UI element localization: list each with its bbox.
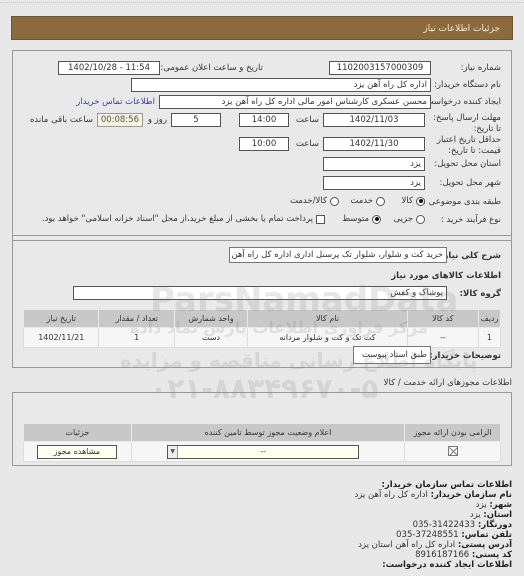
cell-details: مشاهده مجوز — [23, 441, 132, 462]
radio-icon[interactable] — [416, 214, 425, 224]
col-unit: واحد شمارش — [173, 309, 249, 328]
col-required: الزامی بودن ارائه مجوز — [404, 423, 501, 442]
category-option-service[interactable]: خدمت — [350, 196, 385, 206]
buyer-notes-field: طبق اسناد پیوست — [353, 346, 431, 364]
col-code: کد کالا — [406, 309, 479, 328]
buyer-contact-info: اطلاعات تماس سازمان خریدار: نام سازمان خ… — [354, 480, 512, 570]
deadline-time-label: ساعت — [295, 115, 319, 125]
radio-icon[interactable] — [372, 214, 381, 224]
permits-table: الزامی بودن ارائه مجوز اعلام وضعیت مجوز … — [23, 423, 501, 462]
remaining-time-field: 00:08:56 — [97, 113, 143, 127]
page-title: جزئیات اطلاعات نیاز — [423, 24, 500, 34]
permits-title: اطلاعات مجوزهای ارائه خدمت / کالا — [383, 378, 512, 388]
buyer-notes-label: توضیحات خریدار: — [429, 351, 501, 361]
contact-postal-line: کد پستی: 8916187166 — [415, 550, 512, 560]
permits-table-header: الزامی بودن ارائه مجوز اعلام وضعیت مجوز … — [23, 423, 501, 442]
contact-org-line: نام سازمان خریدار: اداره کل راه آهن یزد — [354, 490, 512, 500]
city-label: شهر محل تحویل: — [439, 178, 501, 188]
deadline-label: مهلت ارسال پاسخ: تا تاریخ: — [433, 113, 501, 134]
category-option-goods-service[interactable]: کالا/خدمت — [290, 196, 339, 206]
city-field: یزد — [323, 176, 425, 190]
page-header: جزئیات اطلاعات نیاز — [11, 16, 513, 40]
goods-info-title: اطلاعات کالاهای مورد نیاز — [391, 271, 501, 281]
validity-time-field: 10:00 — [239, 137, 289, 151]
buyer-org-label: نام دستگاه خریدار: — [434, 80, 501, 90]
summary-panel: شرح کلی نیاز: خرید کت و شلوار، شلوار تک … — [12, 240, 512, 368]
cell-name: کت تک و کت و شلوار مردانه — [247, 327, 408, 348]
need-number-label: شماره نیاز: — [460, 63, 501, 73]
radio-icon[interactable] — [416, 196, 425, 206]
details-panel: شماره نیاز: 1102003157000309 تاریخ و ساع… — [12, 50, 512, 236]
need-number-field: 1102003157000309 — [329, 61, 431, 75]
category-option-goods[interactable]: کالا — [402, 196, 425, 206]
cell-required — [404, 441, 501, 462]
validity-time-label: ساعت — [295, 139, 319, 149]
contact-phone-line: تلفن تماس: 035-37248551 — [396, 530, 512, 540]
creator-info-title: اطلاعات ایجاد کننده درخواست: — [382, 560, 512, 570]
cell-date: 1402/11/21 — [22, 327, 100, 348]
process-option-medium[interactable]: متوسط — [342, 214, 381, 224]
creator-field: محسن عسکری کارشناس امور مالی اداره کل را… — [159, 95, 431, 109]
province-field: یزد — [323, 157, 425, 171]
cell-qty: 1 — [98, 327, 175, 348]
validity-label: حداقل تاریخ اعتبار قیمت: تا تاریخ: — [436, 135, 501, 156]
deadline-date-field: 1402/11/03 — [323, 113, 425, 127]
process-label: نوع فرآیند خرید : — [440, 215, 501, 225]
contact-city-line: شهر: یزد — [475, 500, 512, 510]
province-label: استان محل تحویل: — [434, 159, 501, 169]
creator-label: ایجاد کننده درخواست: — [422, 97, 501, 107]
treasury-checkbox[interactable]: پرداخت تمام یا بخشی از مبلغ خرید،از محل … — [42, 214, 325, 224]
table-row: 1 -- کت تک و کت و شلوار مردانه دست 1 140… — [22, 327, 502, 348]
goods-group-field: پوشاک و کفش — [73, 286, 447, 300]
buyer-org-field: اداره کل راه آهن یزد — [131, 78, 431, 92]
days-label: روز و — [147, 115, 167, 125]
desc-field: خرید کت و شلوار، شلوار تک پرسنل اداری اد… — [229, 247, 447, 263]
announce-label: تاریخ و ساعت اعلان عمومی: — [160, 63, 263, 73]
contact-title: اطلاعات تماس سازمان خریدار: — [381, 480, 512, 490]
permit-status-select[interactable]: ▼ -- — [167, 445, 360, 459]
view-permit-button[interactable]: مشاهده مجوز — [36, 445, 117, 459]
cell-row: 1 — [477, 327, 502, 348]
checked-box-icon — [447, 445, 458, 456]
cell-code: -- — [406, 327, 479, 348]
goods-group-label: گروه کالا: — [459, 289, 501, 299]
radio-icon[interactable] — [330, 196, 339, 206]
goods-table-header: ردیف کد کالا نام کالا واحد شمارش تعداد /… — [22, 309, 502, 328]
radio-icon[interactable] — [376, 196, 385, 206]
goods-table: ردیف کد کالا نام کالا واحد شمارش تعداد /… — [22, 309, 502, 348]
cell-unit: دست — [173, 327, 249, 348]
announce-field: 1402/10/28 - 11:54 — [58, 61, 160, 75]
days-field: 5 — [171, 113, 221, 127]
validity-date-field: 1402/11/30 — [323, 137, 425, 151]
permits-panel: الزامی بودن ارائه مجوز اعلام وضعیت مجوز … — [12, 392, 512, 466]
remaining-label: ساعت باقی مانده — [29, 115, 93, 125]
deadline-time-field: 14:00 — [239, 113, 289, 127]
table-row: ▼ -- مشاهده مجوز — [23, 441, 501, 462]
desc-label: شرح کلی نیاز: — [440, 251, 501, 261]
col-details: جزئیات — [23, 423, 132, 442]
col-qty: تعداد / مقدار — [98, 309, 175, 328]
process-option-minor[interactable]: جزیی — [394, 214, 425, 224]
contact-fax-line: دورنگار: 035-31422433 — [412, 520, 512, 530]
buyer-contact-link[interactable]: اطلاعات تماس خریدار — [76, 97, 155, 107]
col-row: ردیف — [477, 309, 502, 328]
contact-address-line: آدرس پستی: اداره کل راه آهن استان یزد — [358, 540, 512, 550]
top-border — [0, 0, 524, 3]
col-date: تاریخ نیاز — [22, 309, 100, 328]
category-label: طبقه بندی موضوعی : — [423, 197, 501, 207]
col-name: نام کالا — [247, 309, 408, 328]
col-status: اعلام وضعیت مجوز توسط تامین کننده — [130, 423, 406, 442]
checkbox-icon[interactable] — [316, 214, 325, 224]
contact-province-line: استان: یزد — [469, 510, 512, 520]
cell-status: ▼ -- — [130, 441, 406, 462]
dropdown-arrow-icon[interactable]: ▼ — [168, 446, 179, 458]
